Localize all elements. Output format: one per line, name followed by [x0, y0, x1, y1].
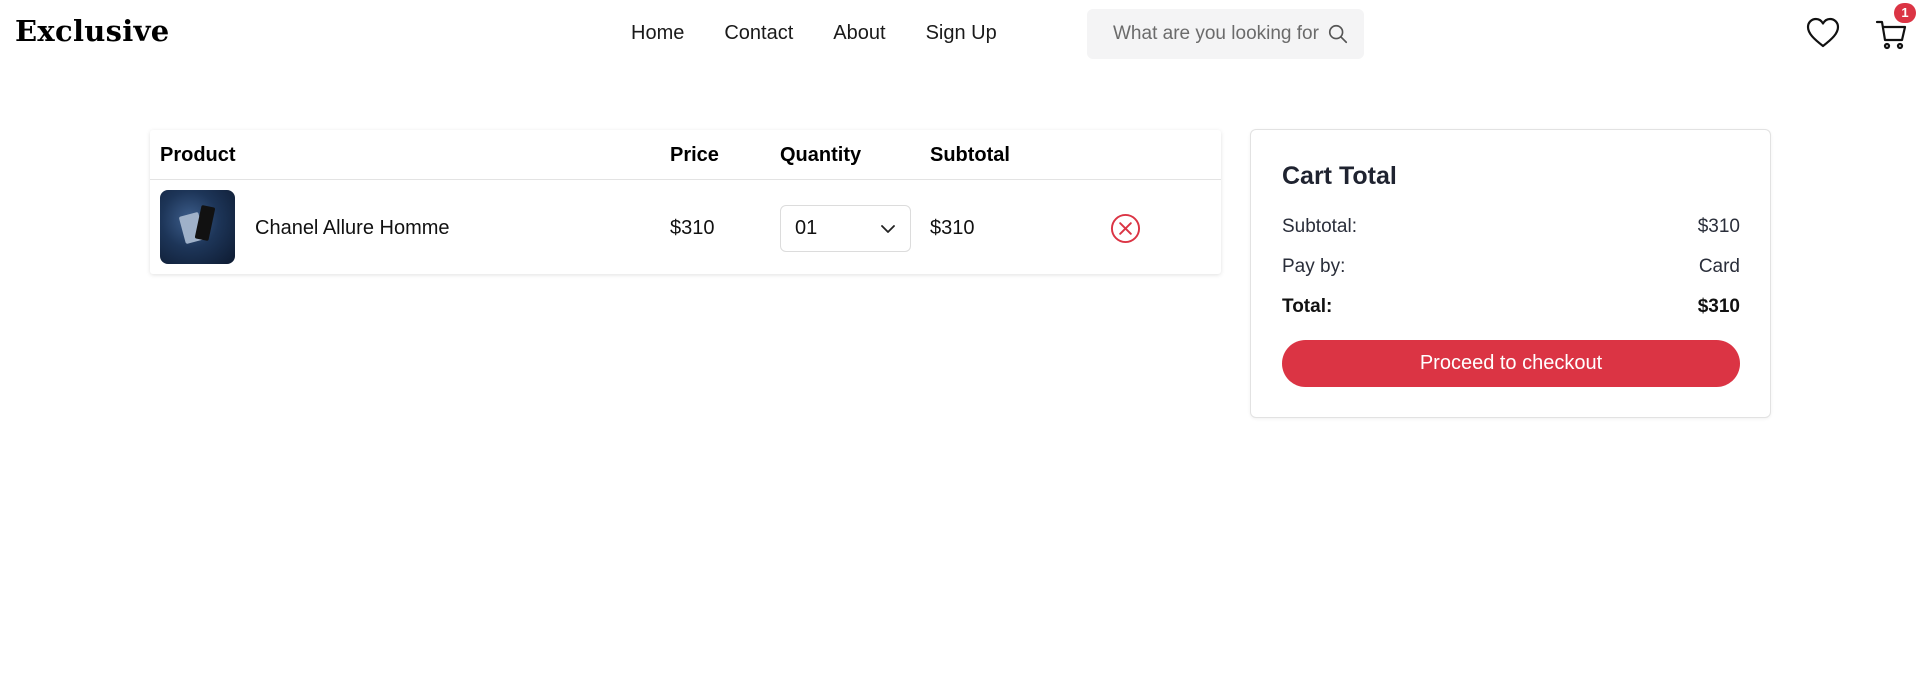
product-price: $310 — [670, 217, 715, 239]
cart-total-card: Cart Total Subtotal: $310 Pay by: Card T… — [1250, 129, 1771, 418]
total-label: Total: — [1282, 296, 1333, 317]
site-logo[interactable]: Exclusive — [15, 14, 170, 48]
pay-by-line: Pay by: Card — [1282, 256, 1740, 278]
subtotal-line: Subtotal: $310 — [1282, 216, 1740, 238]
nav-contact-link[interactable]: Contact — [724, 22, 793, 45]
column-header-price: Price — [670, 144, 719, 166]
cart-row: Chanel Allure Homme $310 01 $310 — [150, 180, 1221, 274]
search-icon[interactable] — [1327, 23, 1349, 45]
pay-by-label: Pay by: — [1282, 256, 1346, 277]
search-bar — [1087, 9, 1364, 59]
cart-total-title: Cart Total — [1282, 162, 1397, 190]
search-input[interactable] — [1113, 23, 1319, 45]
remove-item-icon[interactable] — [1110, 213, 1141, 244]
subtotal-label: Subtotal: — [1282, 216, 1357, 237]
quantity-select[interactable]: 01 — [780, 205, 911, 252]
quantity-value: 01 — [795, 217, 818, 239]
nav-about-link[interactable]: About — [833, 22, 885, 45]
total-line: Total: $310 — [1282, 296, 1740, 318]
site-header: Exclusive Home Contact About Sign Up 1 — [0, 0, 1919, 70]
proceed-to-checkout-button[interactable]: Proceed to checkout — [1282, 340, 1740, 387]
nav-home-link[interactable]: Home — [631, 22, 684, 45]
column-header-quantity: Quantity — [780, 144, 862, 166]
product-image — [160, 190, 235, 264]
chevron-down-icon — [881, 224, 895, 233]
main-nav: Home Contact About Sign Up — [631, 22, 997, 45]
heart-icon[interactable] — [1806, 17, 1840, 49]
product-subtotal: $310 — [930, 217, 975, 239]
product-name[interactable]: Chanel Allure Homme — [255, 217, 450, 240]
nav-signup-link[interactable]: Sign Up — [926, 22, 997, 45]
pay-by-value: Card — [1698, 256, 1740, 277]
subtotal-value: $310 — [1697, 216, 1740, 237]
product-image-bottle-dark — [194, 204, 216, 242]
cart-count-badge: 1 — [1894, 3, 1916, 23]
column-header-subtotal: Subtotal — [930, 144, 1010, 166]
column-header-product: Product — [160, 144, 236, 166]
total-value: $310 — [1697, 296, 1740, 317]
cart-table: Product Price Quantity Subtotal Chanel A… — [150, 130, 1221, 274]
